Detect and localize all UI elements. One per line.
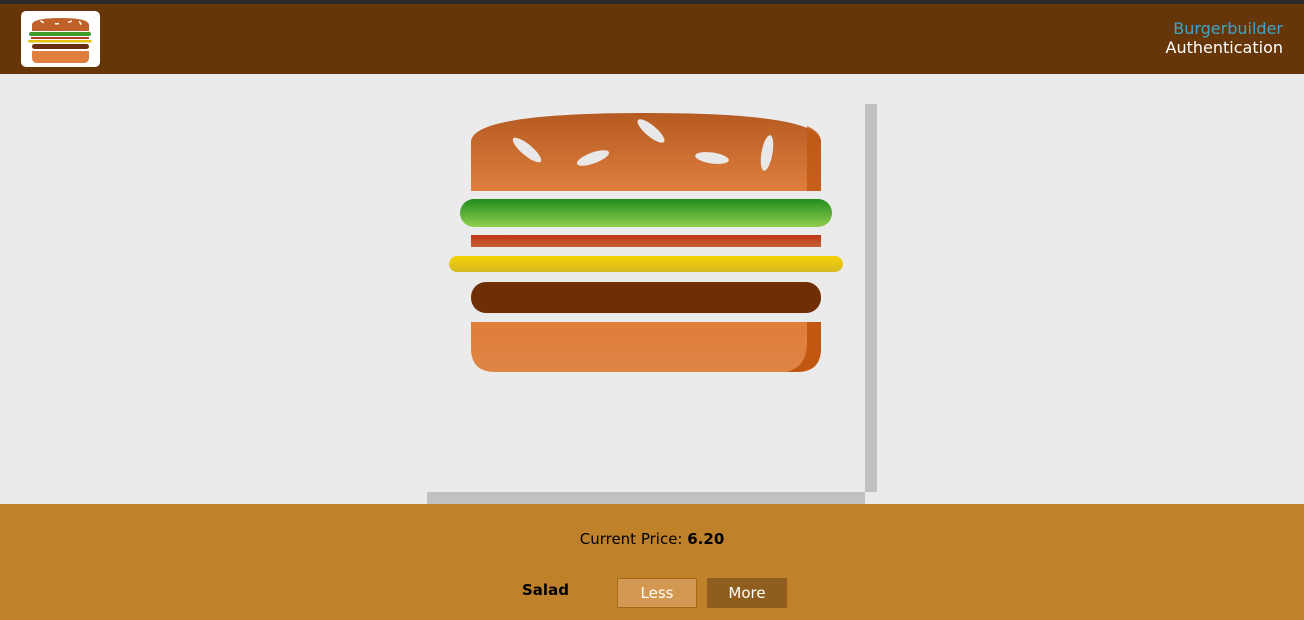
current-price: Current Price: 6.20 bbox=[0, 530, 1304, 548]
burger-graphic bbox=[449, 113, 843, 372]
less-salad-button[interactable]: Less bbox=[617, 578, 697, 608]
salad-layer bbox=[460, 199, 832, 227]
horizontal-scrollbar[interactable] bbox=[427, 492, 865, 504]
price-label: Current Price: bbox=[579, 530, 688, 548]
nav-item-authentication[interactable]: Authentication bbox=[1166, 38, 1283, 57]
bread-bottom bbox=[471, 322, 821, 372]
bread-top bbox=[471, 113, 821, 191]
burger-preview bbox=[427, 104, 877, 504]
toolbar: Burgerbuilder Authentication bbox=[0, 4, 1304, 74]
price-value: 6.20 bbox=[687, 530, 725, 548]
cheese-layer bbox=[449, 256, 843, 272]
navigation: Burgerbuilder Authentication bbox=[1166, 19, 1283, 57]
nav-item-burgerbuilder[interactable]: Burgerbuilder bbox=[1166, 19, 1283, 38]
meat-layer bbox=[471, 282, 821, 313]
vertical-scrollbar[interactable] bbox=[865, 104, 877, 492]
more-salad-button[interactable]: More bbox=[707, 578, 787, 608]
bacon-layer bbox=[471, 235, 821, 247]
app-page: Burgerbuilder Authentication Current Pri… bbox=[0, 4, 1304, 620]
build-controls: Current Price: 6.20 Salad Less More bbox=[0, 504, 1304, 620]
burger-logo-icon[interactable] bbox=[21, 11, 100, 67]
control-label-salad: Salad bbox=[522, 581, 569, 599]
